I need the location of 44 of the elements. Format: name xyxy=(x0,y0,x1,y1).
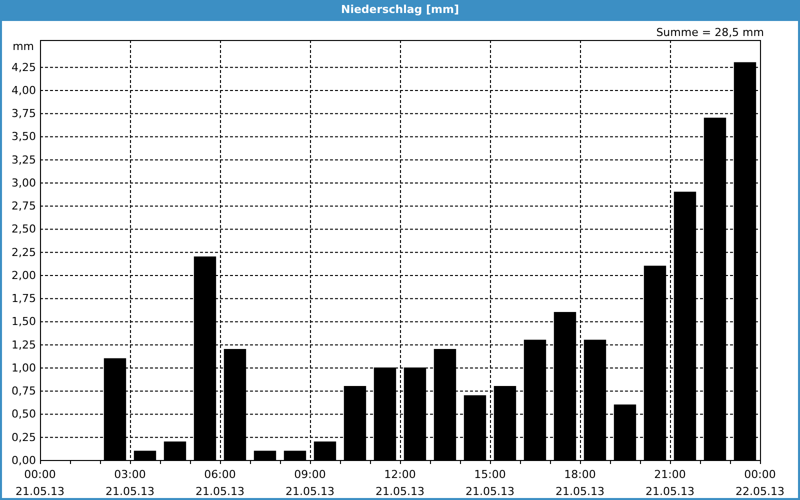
y-tick-label: 2,25 xyxy=(12,246,36,259)
y-tick-label: 4,00 xyxy=(12,84,36,97)
y-tick-label: 3,50 xyxy=(12,130,36,144)
x-tick-label: 00:00 xyxy=(24,468,56,481)
y-tick-label: 3,75 xyxy=(12,107,36,120)
y-tick-label: 0,25 xyxy=(12,430,36,444)
y-tick-label: 2,75 xyxy=(12,200,36,213)
y-tick-label: 1,75 xyxy=(12,292,36,306)
x-tick-label: 21.05.13 xyxy=(106,485,154,498)
y-tick-label: 1,25 xyxy=(12,338,36,352)
x-tick-label: 21.05.13 xyxy=(196,485,244,498)
x-tick-label: 21:00 xyxy=(654,468,686,481)
y-tick-label: 0,50 xyxy=(12,408,36,421)
x-tick-label: 00:00 xyxy=(744,468,776,481)
x-tick-label: 12:00 xyxy=(384,468,416,481)
x-tick-label: 15:00 xyxy=(474,468,506,481)
x-tick-label: 18:00 xyxy=(564,468,596,481)
x-tick-label: 22.05.13 xyxy=(736,485,784,498)
y-tick-label: 0,75 xyxy=(12,384,36,398)
x-tick-label: 21.05.13 xyxy=(466,485,514,498)
bar xyxy=(254,450,276,460)
x-tick-label: 06:00 xyxy=(204,468,236,481)
x-tick-label: 21.05.13 xyxy=(376,485,424,498)
y-tick-label: 3,25 xyxy=(12,153,36,166)
sum-label: Summe = 28,5 mm xyxy=(656,26,764,39)
x-tick-label: 21.05.13 xyxy=(556,485,604,498)
y-tick-label: 3,00 xyxy=(12,176,36,190)
bar xyxy=(164,442,186,460)
x-tick-label: 03:00 xyxy=(114,468,146,481)
y-tick-label: 2,00 xyxy=(12,268,36,282)
y-tick-label: 1,50 xyxy=(12,315,36,328)
y-tick-label: 0,00 xyxy=(12,454,36,467)
x-tick-label: 21.05.13 xyxy=(646,485,694,498)
bar xyxy=(314,442,336,460)
y-axis-label: mm xyxy=(12,40,34,53)
x-tick-label: 21.05.13 xyxy=(16,485,64,498)
window-title: Niederschlag [mm] xyxy=(341,2,459,18)
bar xyxy=(134,450,156,460)
bar xyxy=(284,450,306,460)
x-tick-label: 09:00 xyxy=(294,468,326,481)
y-tick-label: 1,00 xyxy=(12,362,36,374)
y-tick-label: 4,25 xyxy=(12,60,36,74)
x-tick-label: 21.05.13 xyxy=(286,485,334,498)
y-tick-label: 2,50 xyxy=(12,222,36,236)
